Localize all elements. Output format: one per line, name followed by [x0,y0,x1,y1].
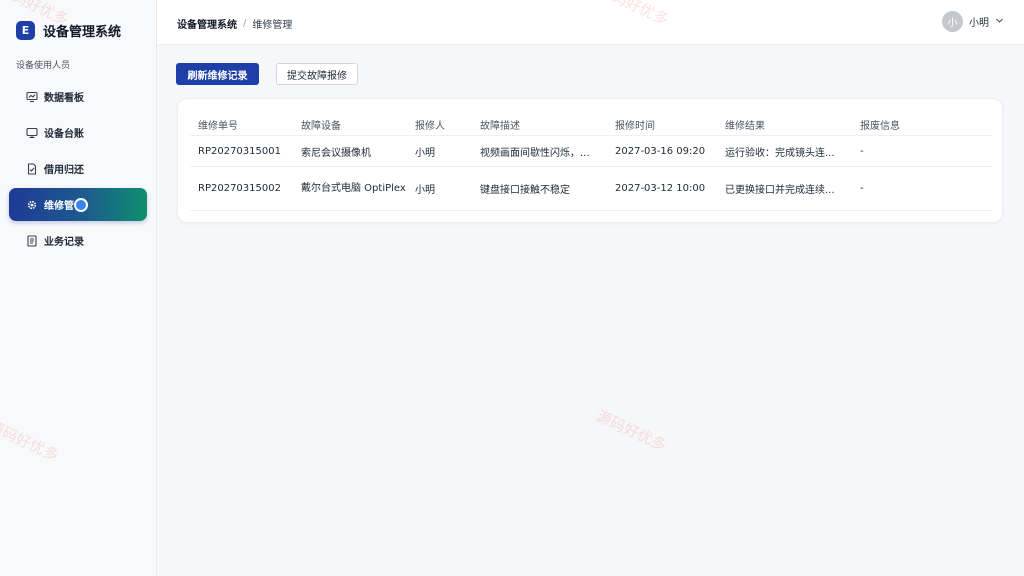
sidebar-item-label: 数据看板 [44,93,84,104]
sidebar-item-label: 维修管 [44,201,74,212]
sidebar-item-ledger[interactable]: 设备台账 [9,116,147,149]
sidebar-item-dashboard[interactable]: 数据看板 [9,80,147,113]
breadcrumb-current: 维修管理 [252,20,293,31]
sidebar-item-repair[interactable]: 维修管 [9,188,147,221]
sidebar-nav: 数据看板 设备台账 借用归还 维修管 业务记录 [9,80,147,260]
gear-icon [25,198,39,212]
scrap-cell: - [860,145,864,157]
table-row[interactable]: RP20270315002 戴尔台式电脑 OptiPlex 小明 键盘接口接触不… [190,167,992,211]
table-header-cell: 故障设备 [301,120,341,132]
sidebar-section-label: 设备使用人员 [16,61,71,71]
breadcrumb: 设备管理系统 / 维修管理 [177,16,292,31]
table-header-cell: 维修结果 [725,120,765,132]
time-cell: 2027-03-12 10:00 [615,183,706,194]
device-cell: 索尼会议摄像机 [301,147,371,159]
sidebar-item-records[interactable]: 业务记录 [9,224,147,257]
table-header-row: 维修单号 故障设备 报修人 故障描述 报修时间 维修结果 报废信息 [190,113,992,136]
user-name[interactable]: 小明 [969,14,989,29]
chevron-down-icon[interactable] [995,15,1004,28]
repair-id-cell: RP20270315002 [198,183,281,194]
description-cell: 视频画面间歇性闪烁，... [480,147,590,159]
table-header-cell: 报修时间 [615,120,655,132]
sidebar-item-label: 业务记录 [44,237,84,248]
brand-logo: E [16,21,35,40]
description-cell: 键盘接口接触不稳定 [480,185,570,196]
breadcrumb-root[interactable]: 设备管理系统 [177,16,237,31]
sidebar-item-borrow-return[interactable]: 借用归还 [9,152,147,185]
table-row[interactable]: RP20270315001 索尼会议摄像机 小明 视频画面间歇性闪烁，... 2… [190,136,992,167]
result-cell: 已更换接口并完成连续... [725,185,835,196]
submit-fault-report-button[interactable]: 提交故障报修 [276,63,358,85]
sidebar-item-label: 设备台账 [44,129,84,140]
result-cell: 运行验收：完成镜头连... [725,147,835,159]
dashboard-icon [25,90,39,104]
watermark: 源码好优多 [593,406,670,455]
sidebar-item-label: 借用归还 [44,165,84,176]
avatar[interactable]: 小 [942,11,963,32]
table-header-cell: 故障描述 [480,120,520,132]
time-cell: 2027-03-16 09:20 [615,145,706,157]
repair-records-table: 维修单号 故障设备 报修人 故障描述 报修时间 维修结果 报废信息 RP2027… [190,113,992,211]
device-cell: 戴尔台式电脑 OptiPlex [301,183,406,194]
scrap-cell: - [860,183,864,194]
brand-title: 设备管理系统 [43,25,122,40]
table-header-cell: 报修人 [415,120,445,132]
monitor-icon [25,126,39,140]
reporter-cell: 小明 [415,147,435,159]
repair-id-cell: RP20270315001 [198,145,281,157]
topbar: 设备管理系统 / 维修管理 小 小明 [157,0,1024,45]
table-header-cell: 报废信息 [860,120,900,132]
list-document-icon [25,234,39,248]
table-header-cell: 维修单号 [198,120,238,132]
user-menu[interactable]: 小 小明 [942,11,1004,32]
cursor-indicator-icon [74,197,88,212]
refresh-repair-records-button[interactable]: 刷新维修记录 [176,63,259,85]
reporter-cell: 小明 [415,185,435,196]
breadcrumb-separator: / [243,18,247,29]
repair-records-card: 维修单号 故障设备 报修人 故障描述 报修时间 维修结果 报废信息 RP2027… [177,98,1003,223]
brand: E 设备管理系统 [16,21,121,40]
document-check-icon [25,162,39,176]
sidebar: E 设备管理系统 设备使用人员 数据看板 设备台账 借用归还 维修管 业务记录 [0,0,157,576]
